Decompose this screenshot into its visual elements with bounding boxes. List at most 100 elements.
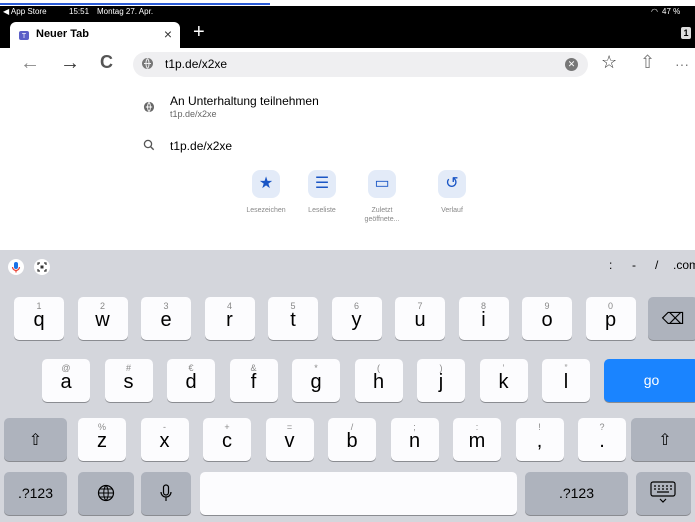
key-t[interactable]: 5t	[268, 297, 318, 340]
backspace-key[interactable]: ⌫	[648, 297, 695, 340]
key-a[interactable]: @ a	[42, 359, 90, 402]
key-char: t	[290, 309, 296, 331]
suggestion-list: An Unterhaltung teilnehmen t1p.de/x2xe t…	[0, 80, 695, 171]
shortcut-dash[interactable]: -	[632, 258, 636, 272]
globe-icon	[142, 58, 153, 69]
key-c[interactable]: + c	[203, 418, 251, 461]
devices-icon: ▭	[368, 170, 396, 198]
key-char: u	[414, 309, 426, 331]
share-icon[interactable]: ⇧	[640, 52, 655, 73]
go-key[interactable]: go	[604, 359, 695, 402]
quick-link-label: Leseliste	[308, 207, 336, 214]
globe-icon	[143, 101, 155, 113]
key-d[interactable]: € d	[167, 359, 215, 402]
quick-link-label: Lesezeichen	[246, 207, 286, 214]
key-l[interactable]: ” l	[542, 359, 590, 402]
key-char: a	[60, 371, 72, 393]
key-char: q	[33, 309, 45, 331]
url-field[interactable]: t1p.de/x2xe ✕	[133, 52, 588, 77]
quick-link-recent-tabs[interactable]: ▭ Zuletzt geöffnete...	[352, 170, 412, 224]
tab-count-button[interactable]: 1	[681, 27, 691, 39]
key-b[interactable]: / b	[328, 418, 376, 461]
key-char: g	[310, 371, 322, 393]
list-icon: ☰	[308, 170, 336, 198]
globe-icon	[97, 484, 115, 502]
url-text[interactable]: t1p.de/x2xe	[165, 57, 227, 71]
bookmark-star-icon[interactable]: ☆	[601, 52, 617, 73]
key-r[interactable]: 4r	[204, 297, 255, 340]
key-n[interactable]: ; n	[390, 418, 439, 461]
microphone-icon[interactable]	[8, 259, 24, 275]
status-bar: ◀ App Store 15:51 Montag 27. Apr. ◠ 47 %	[0, 6, 695, 18]
key-q[interactable]: 1q	[14, 297, 64, 340]
battery-level: 47 %	[662, 7, 681, 16]
key-s[interactable]: # s	[104, 359, 153, 402]
key-char: x	[159, 430, 170, 452]
key-g[interactable]: * g	[292, 359, 340, 402]
key-x[interactable]: -x	[140, 418, 189, 461]
forward-button[interactable]: →	[60, 52, 80, 75]
shift-key-left[interactable]: ⇧	[4, 418, 67, 461]
back-to-app[interactable]: ◀ App Store	[3, 7, 47, 16]
tab-close-button[interactable]: ×	[164, 26, 172, 42]
key-,[interactable]: !,	[515, 418, 564, 461]
keyboard-icon	[650, 481, 676, 503]
key-char: v	[284, 430, 295, 452]
key-z[interactable]: % z	[78, 418, 126, 461]
quick-link-label: Zuletzt geöffnete...	[364, 207, 400, 223]
key-e[interactable]: 3e	[141, 297, 191, 340]
wifi-icon: ◠	[651, 7, 658, 16]
globe-key[interactable]	[78, 472, 134, 515]
key-h[interactable]: (h	[354, 359, 403, 402]
tab-bar: T Neuer Tab × + 1	[0, 18, 695, 48]
dictation-key[interactable]	[141, 472, 191, 515]
status-date: Montag 27. Apr.	[97, 7, 154, 16]
toolbar: ← → C t1p.de/x2xe ✕ ☆ ⇧ ···	[0, 48, 695, 80]
key-i[interactable]: 8i	[458, 297, 509, 340]
new-tab-button[interactable]: +	[193, 21, 205, 44]
key-f[interactable]: & f	[229, 359, 278, 402]
key-y[interactable]: 6y	[331, 297, 382, 340]
back-button[interactable]: ←	[20, 52, 40, 75]
shortcut-dotcom[interactable]: .com	[673, 258, 695, 272]
space-key[interactable]	[200, 472, 517, 515]
svg-text:T: T	[22, 33, 27, 40]
key-char: i	[481, 309, 486, 331]
key-char: d	[185, 371, 197, 393]
key-char: k	[498, 371, 509, 393]
key-j[interactable]: ) j	[417, 359, 465, 402]
key-k[interactable]: ’ k	[479, 359, 528, 402]
quick-link-history[interactable]: ↺ Verlauf	[422, 170, 482, 215]
shortcut-colon[interactable]: :	[609, 258, 612, 272]
scan-icon[interactable]	[34, 259, 50, 275]
tab-neuer-tab[interactable]: T Neuer Tab ×	[10, 22, 180, 48]
key-.[interactable]: ?.	[578, 418, 626, 461]
shift-key-right[interactable]: ⇧	[631, 418, 695, 461]
key-o[interactable]: 9o	[522, 297, 572, 340]
reload-button[interactable]: C	[100, 52, 113, 73]
history-icon: ↺	[438, 170, 466, 198]
key-char: b	[346, 430, 358, 452]
key-char: w	[95, 309, 110, 331]
key-w[interactable]: 2w	[77, 297, 128, 340]
shortcut-slash[interactable]: /	[655, 258, 658, 272]
key-char: m	[468, 430, 486, 452]
numbers-key-right[interactable]: .?123	[525, 472, 628, 515]
key-p[interactable]: 0p	[585, 297, 636, 340]
more-menu-icon[interactable]: ···	[675, 56, 689, 72]
hide-keyboard-key[interactable]	[636, 472, 691, 515]
quick-link-reading-list[interactable]: ☰ Leseliste	[292, 170, 352, 215]
key-char: f	[250, 371, 257, 393]
numbers-key-left[interactable]: .?123	[4, 472, 67, 515]
suggestion-subtitle: t1p.de/x2xe	[170, 109, 217, 119]
suggestion-title: An Unterhaltung teilnehmen	[170, 94, 319, 108]
key-m[interactable]: :m	[453, 418, 501, 461]
teams-icon: T	[19, 31, 29, 40]
key-char: r	[226, 309, 233, 331]
key-char: .	[599, 430, 605, 452]
status-time: 15:51	[69, 7, 90, 16]
key-u[interactable]: 7u	[395, 297, 445, 340]
clear-url-button[interactable]: ✕	[565, 58, 578, 71]
key-v[interactable]: = v	[265, 418, 314, 461]
quick-link-bookmarks[interactable]: ★ Lesezeichen	[236, 170, 296, 215]
